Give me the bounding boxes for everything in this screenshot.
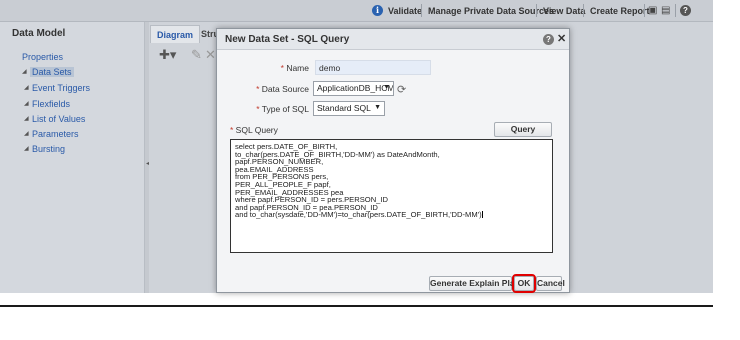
tree-item-label: Parameters (32, 129, 79, 139)
refresh-icon[interactable]: ⟳ (397, 83, 406, 96)
edit-icon[interactable]: ✎ (191, 48, 202, 61)
generate-explain-plan-button[interactable]: Generate Explain Plan (429, 276, 520, 291)
tree-item-list-of-values[interactable]: ◢ List of Values (24, 114, 86, 124)
expand-arrow-icon[interactable]: ◢ (24, 115, 29, 122)
tree-item-label: Flexfields (32, 99, 71, 109)
properties-link[interactable]: Properties (22, 52, 63, 62)
expand-arrow-icon[interactable]: ◢ (24, 145, 29, 152)
expand-arrow-icon[interactable]: ◢ (24, 130, 29, 137)
name-label: * Name (280, 63, 309, 73)
data-model-panel: Data Model Properties ◢ Data Sets ◢ Even… (0, 22, 145, 293)
delete-icon[interactable]: ✕ (205, 48, 216, 61)
toolbar-separator (536, 4, 537, 17)
tab-diagram[interactable]: Diagram (150, 25, 201, 43)
tree-item-label: List of Values (32, 114, 86, 124)
expand-arrow-icon[interactable]: ◢ (24, 100, 29, 107)
expand-arrow-icon[interactable]: ◢ (22, 68, 27, 75)
name-field[interactable] (315, 60, 431, 75)
expand-arrow-icon[interactable]: ◢ (24, 84, 29, 91)
tree-item-event-triggers[interactable]: ◢ Event Triggers (24, 83, 91, 93)
data-source-select[interactable]: ApplicationDB_HCM ▼ (313, 81, 394, 96)
toolbar-separator (583, 4, 584, 17)
dialog-title: New Data Set - SQL Query (225, 34, 350, 45)
tree-item-bursting[interactable]: ◢ Bursting (24, 144, 66, 154)
toolbar-separator (644, 4, 645, 17)
data-source-label: * Data Source (256, 84, 309, 94)
sql-query-dialog: New Data Set - SQL Query ? ✕ * Name * Da… (216, 28, 570, 293)
view-data-button[interactable]: View Data (539, 3, 589, 19)
tree-item-label: Event Triggers (32, 83, 91, 93)
validate-button[interactable]: Validate (384, 3, 426, 19)
toolbar-separator (675, 4, 676, 17)
info-icon: i (372, 5, 383, 16)
sql-query-textarea[interactable]: select pers.DATE_OF_BIRTH, to_char(pers.… (230, 139, 553, 253)
text-caret (481, 211, 483, 219)
tree-item-label: Data Sets (32, 67, 72, 77)
dialog-header: New Data Set - SQL Query ? ✕ (217, 29, 569, 50)
close-icon[interactable]: ✕ (557, 32, 566, 45)
manage-private-data-sources-button[interactable]: Manage Private Data Sources (424, 3, 558, 19)
tree-item-flexfields[interactable]: ◢ Flexfields (24, 99, 71, 109)
save-as-icon[interactable]: ▤ (661, 5, 670, 16)
help-icon[interactable]: ? (680, 5, 691, 16)
sql-line-last: and to_char(sysdate,'DD-MM')=to_char(per… (235, 210, 483, 220)
panel-title: Data Model (12, 28, 66, 39)
tree-item-parameters[interactable]: ◢ Parameters (24, 129, 79, 139)
bottom-divider (0, 305, 713, 307)
query-builder-button[interactable]: Query Builder (494, 122, 552, 147)
tree-item-data-sets[interactable]: ◢ Data Sets (22, 67, 74, 77)
toolbar-separator (421, 4, 422, 17)
save-icon[interactable]: ▣ (648, 5, 657, 16)
help-icon[interactable]: ? (543, 34, 554, 45)
type-of-sql-select[interactable]: Standard SQL ▼ (313, 101, 385, 116)
tree-item-label: Bursting (32, 144, 66, 154)
chevron-down-icon: ▼ (383, 84, 390, 91)
cancel-button[interactable]: Cancel (536, 276, 565, 291)
sql-query-label: * SQL Query (230, 125, 278, 135)
top-toolbar: i Validate Manage Private Data Sources V… (0, 0, 713, 22)
add-dataset-icon[interactable]: ✚▾ (159, 48, 176, 61)
ok-button[interactable]: OK (512, 274, 536, 293)
type-of-sql-label: * Type of SQL (256, 104, 309, 114)
chevron-down-icon: ▼ (374, 104, 381, 111)
